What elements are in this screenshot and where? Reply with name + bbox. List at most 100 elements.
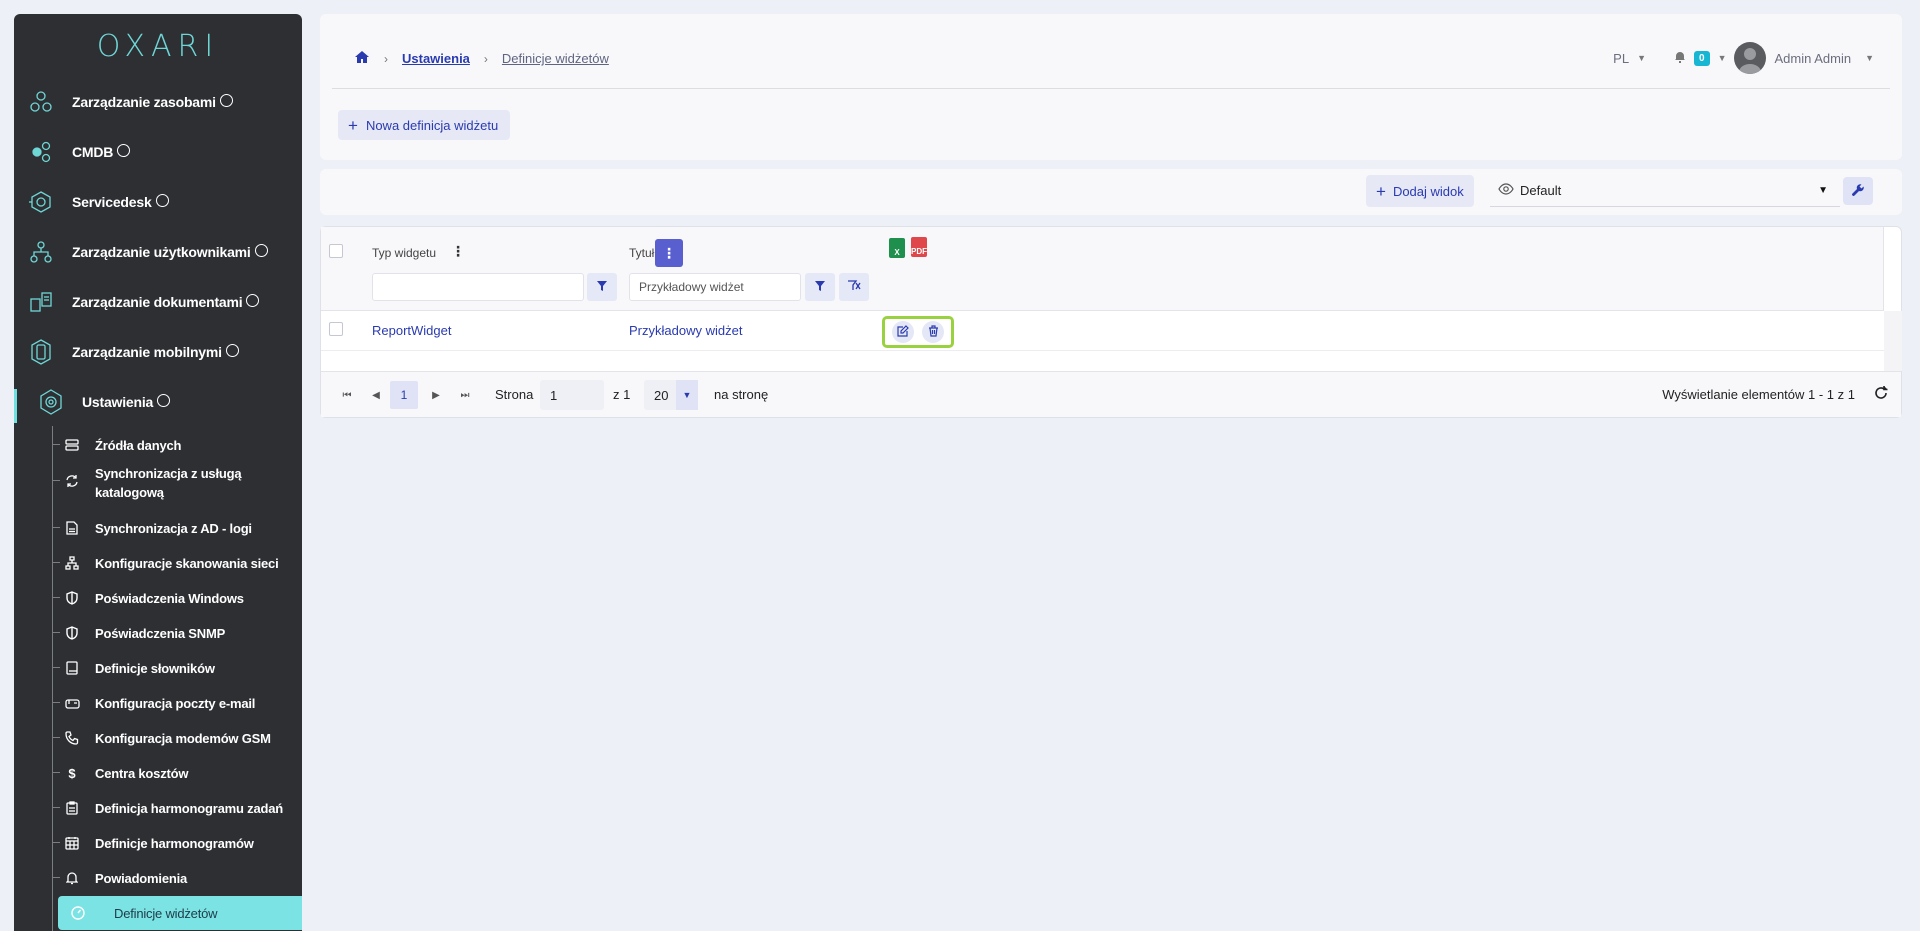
sidebar-item-servicedesk[interactable]: Servicedesk <box>14 182 302 222</box>
cmdb-network-icon <box>28 139 54 165</box>
sidebar-subitem-windows-credentials[interactable]: Poświadczenia Windows <box>52 581 300 615</box>
gauge-icon <box>254 243 268 257</box>
sidebar-subitem-label: Definicja harmonogramu zadań <box>95 800 283 816</box>
page-label: Strona <box>495 387 534 402</box>
excel-export-icon[interactable]: X <box>889 238 905 258</box>
home-icon[interactable] <box>354 50 370 67</box>
sidebar-subitem-cost-centers[interactable]: $ Centra kosztów <box>52 756 300 790</box>
add-view-button[interactable]: + Dodaj widok <box>1366 175 1474 207</box>
sidebar-item-mobile[interactable]: Zarządzanie mobilnymi <box>14 332 302 372</box>
sync-icon <box>64 473 80 489</box>
sidebar-subitem-ad-logs[interactable]: Synchronizacja z AD - logi <box>52 511 300 545</box>
chevron-right-icon: › <box>483 51 488 66</box>
gauge-icon <box>155 193 169 207</box>
shield-icon <box>64 625 80 641</box>
phone-icon <box>64 730 80 746</box>
page-button-current[interactable]: 1 <box>390 381 418 409</box>
sidebar-subitem-widget-definitions[interactable]: Definicje widżetów <box>58 896 302 930</box>
notifications-count[interactable]: 0 <box>1694 50 1710 66</box>
caret-down-icon[interactable]: ▼ <box>1637 53 1646 63</box>
book-icon <box>64 660 80 676</box>
file-log-icon <box>64 520 80 536</box>
column-header-title[interactable]: Tytuł <box>629 246 654 260</box>
cell-widget-title[interactable]: Przykładowy widżet <box>629 323 742 338</box>
tree-connector <box>52 667 60 668</box>
header-panel: › Ustawienia › Definicje widżetów PL ▼ 0… <box>320 14 1902 160</box>
next-page-icon[interactable]: ▶ <box>422 381 450 409</box>
sidebar-subitem-label: Definicje widżetów <box>114 905 218 921</box>
sidebar-subitem-snmp-credentials[interactable]: Poświadczenia SNMP <box>52 616 300 650</box>
sidebar-subitem-dictionaries[interactable]: Definicje słowników <box>52 651 300 685</box>
pager: ⏮ ◀ 1 ▶ ⏭ Strona 1 z 1 20 ▼ na stronę Wy… <box>321 371 1901 417</box>
sidebar-subitem-gsm-modems[interactable]: Konfiguracja modemów GSM <box>52 721 300 755</box>
refresh-icon[interactable] <box>1873 385 1889 404</box>
sidebar-subitem-network-scan[interactable]: Konfiguracje skanowania sieci <box>52 546 300 580</box>
language-selector[interactable]: PL <box>1613 51 1629 66</box>
calendar-icon <box>64 835 80 851</box>
column-menu-button[interactable]: ⋮ <box>655 239 683 267</box>
edit-button[interactable] <box>892 321 914 343</box>
page-number-input[interactable]: 1 <box>540 380 604 410</box>
sidebar-subitem-data-sources[interactable]: Źródła danych <box>52 428 300 462</box>
app-logo[interactable]: OXARI <box>14 14 302 78</box>
new-widget-definition-button[interactable]: + Nowa definicja widżetu <box>338 110 511 140</box>
sidebar-item-users[interactable]: Zarządzanie użytkownikami <box>14 232 302 272</box>
sidebar-subitem-directory-sync[interactable]: Synchronizacja z usługą katalogową <box>52 463 300 503</box>
view-select[interactable]: Default ▼ <box>1490 175 1840 207</box>
sidebar-subitem-label: Poświadczenia SNMP <box>95 625 226 641</box>
button-label: Nowa definicja widżetu <box>365 117 499 133</box>
breadcrumb-link-settings[interactable]: Ustawienia <box>402 51 470 66</box>
pdf-export-icon[interactable]: PDF <box>911 237 927 257</box>
sidebar-item-label: Zarządzanie użytkownikami <box>72 244 251 260</box>
clear-filter-button[interactable] <box>839 273 869 301</box>
kebab-icon: ⋮ <box>662 244 676 261</box>
row-checkbox[interactable] <box>329 322 343 336</box>
sidebar-subitem-email-config[interactable]: Konfiguracja poczty e-mail <box>52 686 300 720</box>
gauge-icon <box>117 143 131 157</box>
bell-icon[interactable] <box>1674 50 1686 66</box>
sidebar-subitem-task-schedule[interactable]: Definicja harmonogramu zadań <box>52 791 300 825</box>
wrench-button[interactable] <box>1843 177 1873 205</box>
vertical-scrollbar[interactable] <box>1884 311 1902 371</box>
first-page-icon[interactable]: ⏮ <box>333 381 361 409</box>
title-filter-button[interactable] <box>805 273 835 301</box>
documents-icon <box>28 289 54 315</box>
sidebar-item-documents[interactable]: Zarządzanie dokumentami <box>14 282 302 322</box>
delete-button[interactable] <box>922 321 944 343</box>
sidebar-item-zasoby[interactable]: Zarządzanie zasobami <box>14 82 302 122</box>
servicedesk-icon <box>28 189 54 215</box>
tree-connector <box>52 772 60 773</box>
sidebar-subitem-notifications[interactable]: Powiadomienia <box>52 861 300 895</box>
last-page-icon[interactable]: ⏭ <box>451 381 479 409</box>
caret-down-icon[interactable]: ▼ <box>676 380 698 410</box>
tree-connector <box>52 597 60 598</box>
mailbox-icon <box>64 695 80 711</box>
user-name[interactable]: Admin Admin <box>1774 51 1851 66</box>
title-filter-input[interactable]: Przykładowy widżet <box>629 273 801 301</box>
breadcrumb-current[interactable]: Definicje widżetów <box>502 51 609 66</box>
sidebar-item-label: Servicedesk <box>72 194 152 210</box>
button-label: Dodaj widok <box>1392 183 1464 199</box>
caret-down-icon[interactable]: ▼ <box>1718 53 1727 63</box>
breadcrumb: › Ustawienia › Definicje widżetów <box>354 50 609 67</box>
cell-widget-type[interactable]: ReportWidget <box>372 323 451 338</box>
settings-gear-icon <box>38 389 64 415</box>
sidebar-item-cmdb[interactable]: CMDB <box>14 132 302 172</box>
type-filter-button[interactable] <box>587 273 617 301</box>
caret-down-icon[interactable]: ▼ <box>1865 53 1874 63</box>
avatar[interactable] <box>1734 42 1767 74</box>
table-row[interactable]: ReportWidget Przykładowy widżet <box>321 311 1884 351</box>
sidebar-subitem-label: Definicje harmonogramów <box>95 835 254 851</box>
grid-header: Typ widgetu ⋮ Tytuł ⋮ X PDF Przykładowy … <box>321 227 1884 311</box>
column-header-type[interactable]: Typ widgetu <box>372 246 436 260</box>
sidebar-subitem-schedules[interactable]: Definicje harmonogramów <box>52 826 300 860</box>
sidebar-subitem-label: Konfiguracje skanowania sieci <box>95 555 279 571</box>
select-all-checkbox[interactable] <box>329 244 343 258</box>
widget-gauge-icon <box>70 905 86 921</box>
sidebar-item-settings[interactable]: Ustawienia <box>14 382 302 422</box>
hexagon-cluster-icon <box>28 89 54 115</box>
prev-page-icon[interactable]: ◀ <box>362 381 390 409</box>
sidebar: OXARI Zarządzanie zasobami CMDB Serviced… <box>14 14 302 931</box>
type-filter-input[interactable] <box>372 273 584 301</box>
column-menu-icon[interactable]: ⋮ <box>451 243 465 260</box>
